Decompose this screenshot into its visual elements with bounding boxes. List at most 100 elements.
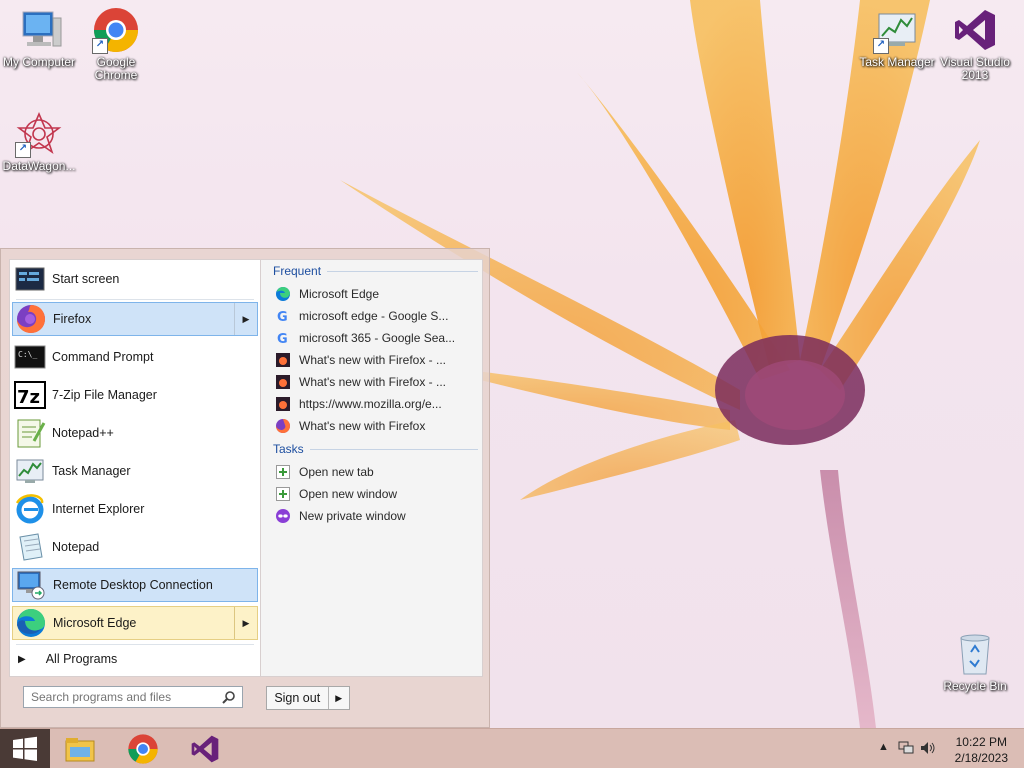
internet-explorer-icon [14,493,46,525]
desktop-icon-label: Visual Studio 2013 [940,55,1010,82]
jump-list-pane: Frequent Microsoft Edge G microsoft edge… [261,259,483,677]
edge-icon [275,286,291,302]
search-box[interactable] [23,686,243,708]
jump-item-label: Open new tab [299,465,374,479]
chrome-icon [128,734,158,764]
svg-text:7z: 7z [17,387,40,408]
divider [309,448,478,450]
start-menu: Start screen Firefox ▶ C:\_ Command Prom… [0,248,490,728]
program-label: Notepad++ [52,426,114,440]
show-hidden-icons-icon[interactable]: ▲ [878,741,889,753]
computer-icon [15,6,63,54]
search-icon [222,690,236,707]
sign-out-options-arrow-icon[interactable]: ▶ [327,687,350,709]
desktop-icon-datawagon[interactable]: ↗ DataWagon... [1,104,77,173]
firefox-page-icon [275,396,291,412]
program-start-screen[interactable]: Start screen [12,262,258,296]
task-manager-icon: ↗ [873,6,921,54]
google-icon: G [275,330,291,347]
program-notepad[interactable]: Notepad [12,530,258,564]
jump-item-frequent[interactable]: G microsoft 365 - Google Sea... [275,328,475,348]
jump-task-open-new-window[interactable]: Open new window [275,484,475,504]
search-input[interactable] [29,687,223,707]
clock-time: 10:22 PM [955,735,1007,749]
all-programs-button[interactable]: ▶ All Programs [18,652,117,666]
clock[interactable]: 10:22 PM 2/18/2023 [955,734,1008,766]
program-task-manager[interactable]: Task Manager [12,454,258,488]
start-screen-icon [14,263,46,295]
submenu-arrow-icon[interactable]: ▶ [234,607,257,639]
program-microsoft-edge[interactable]: Microsoft Edge ▶ [12,606,258,640]
sign-out-button[interactable]: Sign out ▶ [266,686,350,710]
program-remote-desktop[interactable]: Remote Desktop Connection [12,568,258,602]
desktop-icon-google-chrome[interactable]: ↗ Google Chrome [78,0,154,82]
firefox-icon [275,418,291,434]
program-firefox[interactable]: Firefox ▶ [12,302,258,336]
desktop-icon-task-manager[interactable]: ↗ Task Manager [859,0,935,69]
expand-arrow-icon: ▶ [18,653,26,665]
program-label: Remote Desktop Connection [53,578,213,592]
jump-task-new-private-window[interactable]: New private window [275,506,475,526]
taskbar-chrome[interactable] [127,733,159,765]
program-label: Start screen [52,272,120,286]
jump-item-frequent[interactable]: What's new with Firefox [275,416,475,436]
frequent-section-title: Frequent [273,264,478,278]
volume-icon[interactable] [920,741,936,758]
tasks-title-text: Tasks [273,442,304,456]
program-label: Command Prompt [52,350,154,364]
firefox-page-icon [275,374,291,390]
remote-desktop-icon [15,569,47,601]
divider [327,270,478,272]
program-7zip[interactable]: 7z 7-Zip File Manager [12,378,258,412]
desktop-icon-label: Task Manager [859,55,935,69]
jump-item-label: What's new with Firefox - ... [299,375,446,389]
program-label: Firefox [53,312,92,326]
firefox-page-icon [275,352,291,368]
jump-item-frequent[interactable]: G microsoft edge - Google S... [275,306,475,326]
desktop-icon-visual-studio[interactable]: Visual Studio 2013 [937,0,1013,82]
taskbar-file-explorer[interactable] [64,733,96,765]
taskbar-visual-studio[interactable] [189,733,221,765]
program-internet-explorer[interactable]: Internet Explorer [12,492,258,526]
system-tray: ▲ 10:22 PM 2/18/2023 [864,729,1024,768]
desktop-icon-my-computer[interactable]: My Computer [1,0,77,69]
network-icon[interactable] [898,741,914,758]
jump-item-frequent[interactable]: What's new with Firefox - ... [275,372,475,392]
svg-text:G: G [277,332,288,346]
visual-studio-icon [191,735,219,763]
start-button[interactable] [0,729,50,768]
edge-icon [15,607,47,639]
new-tab-icon [275,464,291,480]
svg-text:G: G [277,310,288,324]
sign-out-label: Sign out [274,691,321,705]
program-command-prompt[interactable]: C:\_ Command Prompt [12,340,258,374]
shortcut-arrow-icon: ↗ [15,142,31,158]
submenu-arrow-icon[interactable]: ▶ [234,303,257,335]
shortcut-arrow-icon: ↗ [873,38,889,54]
jump-item-label: Open new window [299,487,398,501]
google-icon: G [275,308,291,325]
taskbar: ▲ 10:22 PM 2/18/2023 [0,728,1024,768]
jump-item-frequent[interactable]: Microsoft Edge [275,284,475,304]
recycle-bin-icon [951,630,999,678]
datawagon-icon: ↗ [15,110,63,158]
desktop: My Computer ↗ Google Chrome ↗ DataWagon.… [0,0,1024,728]
program-notepadpp[interactable]: Notepad++ [12,416,258,450]
firefox-icon [15,303,47,335]
7zip-icon: 7z [14,379,46,411]
clock-date: 2/18/2023 [954,751,1008,765]
program-label: Task Manager [52,464,131,478]
jump-item-label: microsoft 365 - Google Sea... [299,331,456,345]
all-programs-label: All Programs [45,652,118,666]
windows-logo-icon [13,736,37,761]
jump-item-label: microsoft edge - Google S... [299,309,449,323]
jump-item-frequent[interactable]: https://www.mozilla.org/e... [275,394,475,414]
divider [16,644,254,645]
desktop-icon-recycle-bin[interactable]: Recycle Bin [937,624,1013,693]
notepadpp-icon [14,417,46,449]
jump-item-label: Microsoft Edge [299,287,380,301]
jump-item-label: What's new with Firefox - ... [299,353,446,367]
jump-task-open-new-tab[interactable]: Open new tab [275,462,475,482]
jump-item-frequent[interactable]: What's new with Firefox - ... [275,350,475,370]
program-label: Notepad [52,540,100,554]
